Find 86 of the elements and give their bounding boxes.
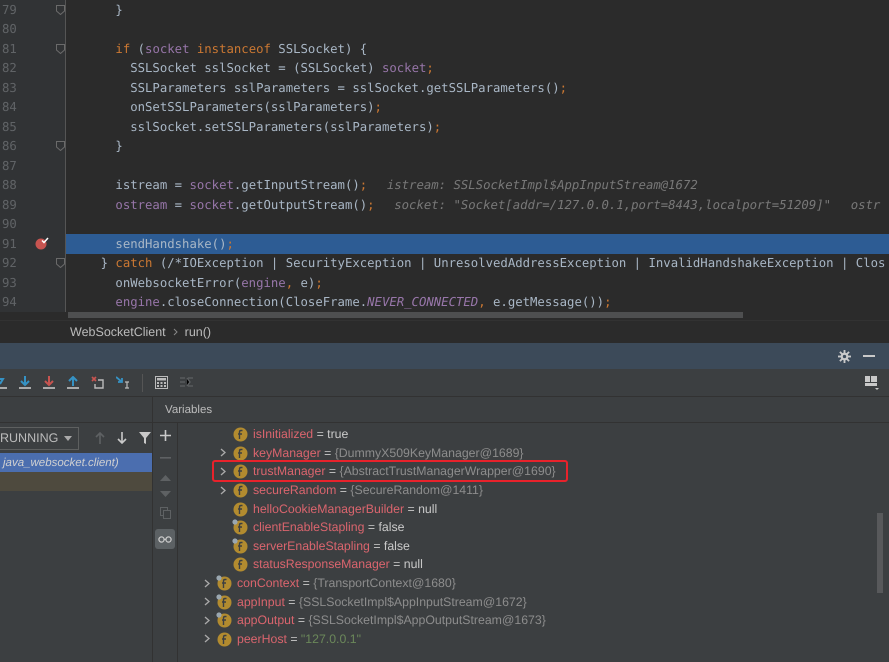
code-keyword: ; [604, 295, 612, 310]
step-out-icon[interactable] [67, 376, 79, 389]
code-text: istream = [114, 178, 184, 192]
breakpoint-icon[interactable] [35, 237, 49, 250]
variable-entry[interactable]: conContext = {TransportContext@1680} [237, 576, 456, 590]
fold-marker-icon[interactable] [56, 141, 64, 152]
code-text: } [100, 256, 110, 270]
code-text: } [114, 139, 123, 154]
stack-frame-row[interactable]: java_websocket.client) [0, 453, 152, 472]
code-text: .getOutputStream() [234, 198, 368, 212]
code-text: sendHandshake() [114, 236, 226, 251]
glasses-icon [158, 536, 172, 542]
calculator-icon[interactable] [155, 376, 168, 389]
settings-icon[interactable] [838, 350, 851, 362]
step-over-icon[interactable] [0, 376, 7, 389]
drop-frame-icon[interactable] [91, 376, 104, 389]
code-text: e) [300, 276, 316, 290]
fold-marker-icon[interactable] [56, 258, 64, 268]
inline-value-hint: istream: SSLSocketImpl$AppInputStream@1672 [386, 178, 698, 192]
variable-entry[interactable]: keyManager = {DummyX509KeyManager@1689} [253, 446, 524, 460]
fold-marker-icon[interactable] [56, 4, 64, 15]
variable-entry[interactable]: trustManager = {AbstractTrustManagerWrapper@1690} [253, 464, 556, 478]
code-constant: NEVER_CONNECTED [367, 295, 478, 310]
code-keyword: catch [115, 256, 152, 270]
panel-title: Variables [165, 404, 212, 416]
caret-down-icon [64, 436, 72, 440]
code-text: .getInputStream() [234, 178, 360, 192]
code-identifier: socket [189, 198, 234, 212]
fold-marker-icon[interactable] [56, 44, 64, 54]
breadcrumb-item[interactable]: run() [184, 325, 212, 339]
plus-icon[interactable] [160, 430, 170, 441]
code-keyword: ; [367, 198, 375, 212]
code-text: ( [136, 42, 146, 56]
chevron-right-icon [172, 328, 178, 336]
code-text: SSLParameters sslParameters = sslSocket.getSSLParameters() [129, 80, 560, 95]
variable-entry[interactable]: secureRandom = {SecureRandom@1411} [253, 483, 483, 498]
code-text: SSLSocket) { [277, 42, 368, 56]
code-identifier: engine [114, 295, 160, 310]
breadcrumb-item[interactable]: WebSocketClient [70, 325, 166, 339]
code-keyword: , [478, 295, 486, 310]
code-keyword: ; [360, 178, 368, 192]
variable-entry[interactable]: helloCookieManagerBuilder = null [253, 502, 438, 516]
thread-dropdown[interactable]: RUNNING [0, 426, 80, 450]
force-step-into-icon[interactable] [43, 376, 55, 389]
inline-value-hint: ostr [850, 198, 880, 212]
code-identifier: socket [189, 178, 234, 192]
code-text: } [114, 2, 123, 17]
step-into-icon[interactable] [19, 376, 31, 389]
variable-entry[interactable]: statusResponseManager = null [253, 557, 423, 572]
code-text: onSetSSLParameters(sslParameters) [129, 100, 375, 114]
code-comment: /*IOException | SecurityException | UnresolvedAddressException | InvalidHandshakeException | Clos [167, 256, 886, 270]
variable-entry[interactable]: clientEnableStapling = false [253, 520, 404, 534]
arrow-down-icon[interactable] [117, 432, 128, 444]
code-keyword: , [286, 276, 294, 290]
code-text: sslSocket.setSSLParameters(sslParameters) [129, 120, 434, 134]
code-identifier: socket [382, 61, 426, 76]
watches-toggle[interactable] [155, 529, 175, 549]
code-identifier: ostream [114, 198, 168, 212]
code-text: .closeConnection(CloseFrame. [160, 295, 368, 310]
variable-entry[interactable]: appOutput = {SSLSocketImpl$AppOutputStream@1673} [237, 613, 546, 628]
filter-icon[interactable] [139, 432, 152, 444]
code-keyword: instanceof [196, 42, 271, 56]
code-identifier: socket [145, 42, 190, 56]
variable-entry[interactable]: appInput = {SSLSocketImpl$AppInputStream@1672} [237, 594, 527, 609]
code-text: e.getMessage()) [492, 295, 604, 310]
code-text: SSLSocket sslSocket = (SSLSocket) [129, 61, 376, 76]
code-keyword: ; [226, 236, 234, 251]
code-keyword: if [114, 42, 130, 56]
layout-icon[interactable] [865, 376, 879, 390]
code-keyword: ; [315, 276, 323, 290]
code-text: ( [158, 256, 168, 270]
inline-value-hint: socket: "Socket[addr=/127.0.0.1,port=8443,localport=51209]" [394, 198, 832, 212]
code-identifier: engine [241, 276, 286, 290]
run-to-cursor-icon[interactable] [116, 376, 130, 389]
vertical-scrollbar[interactable] [877, 513, 883, 593]
trace-icon[interactable] [180, 377, 193, 388]
code-keyword: ; [434, 120, 442, 134]
code-keyword: ; [560, 80, 568, 95]
variable-entry[interactable]: serverEnableStapling = false [253, 538, 410, 553]
code-keyword: ; [426, 61, 434, 76]
code-text: = [174, 198, 184, 212]
horizontal-scrollbar[interactable] [68, 312, 743, 318]
variable-entry[interactable]: isInitialized = true [253, 427, 348, 442]
variable-entry[interactable]: peerHost = "127.0.0.1" [237, 632, 361, 646]
code-text: onWebsocketError( [114, 276, 242, 290]
code-keyword: ; [374, 100, 382, 114]
